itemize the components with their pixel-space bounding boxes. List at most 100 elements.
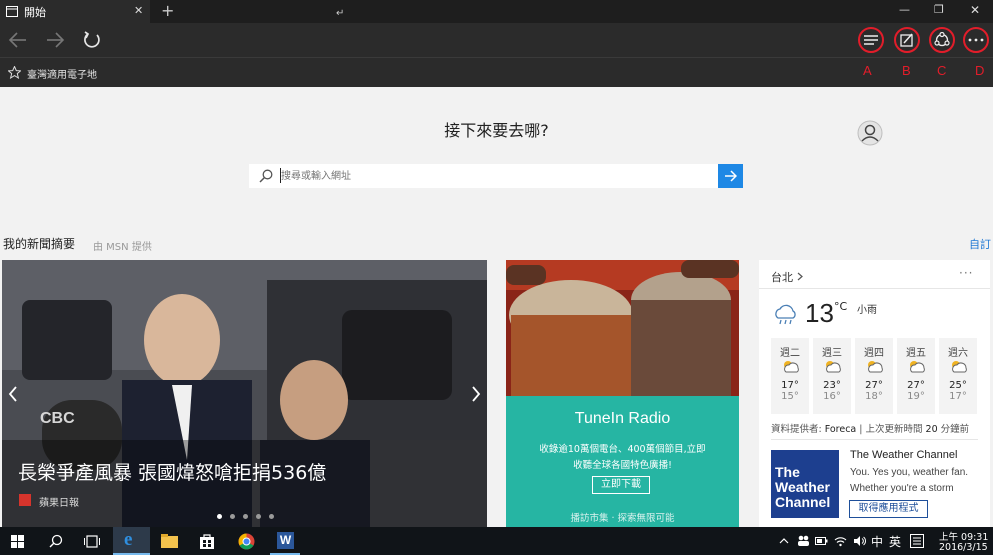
new-tab-page: 接下來要去哪? 我的新聞摘要 由 MSN 提供 自訂 [0,87,993,527]
ime-icon[interactable] [910,534,924,548]
volume-icon[interactable] [853,535,866,547]
search-go-button[interactable] [718,164,743,188]
tab-close-icon[interactable]: ✕ [134,4,143,17]
forward-arrow-icon[interactable] [45,31,65,49]
weather-city[interactable]: 台北 [771,269,793,285]
minimize-button[interactable]: — [899,3,910,16]
annotation-label-b: B [902,63,911,78]
new-tab-button[interactable]: + [161,1,174,20]
news-photo [2,260,487,527]
weather-more-icon[interactable]: ··· [959,266,973,280]
news-source: 蘋果日報 [39,498,79,509]
edge-taskbar-button[interactable]: e [113,527,150,555]
ad-line-1: You. Yes you, weather fan. [850,467,969,478]
window-close-button[interactable]: ✕ [970,3,980,17]
get-app-button[interactable]: 取得應用程式 [849,500,928,518]
maximize-button[interactable]: ❐ [934,3,944,16]
weather-card: 台北 ··· 13 °C 小雨 週二 17° 15° 週三 23° 16° 週四 [759,260,990,527]
carousel-dot-1[interactable] [217,514,222,519]
forecast-day-2: 週三 23° 16° [813,338,851,414]
current-temperature: 13 [805,298,834,328]
ime-mode-chinese[interactable]: 中 [871,533,883,550]
annotation-label-a: A [863,63,872,78]
carousel-dot-2[interactable] [230,514,235,519]
rain-sun-icon [784,361,799,373]
partly-cloudy-icon [826,361,841,373]
news-carousel[interactable]: CBC 長榮爭產風暴 張國煒怒嗆拒捐536億 蘋果日報 [2,260,487,527]
partly-cloudy-icon [868,361,883,373]
title-bar: 開始 ✕ + ↵ — ❐ ✕ [0,0,993,23]
credit-minutes: 20 [925,424,938,435]
annotation-label-d: D [975,63,985,78]
forecast-day-label: 週四 [864,348,884,359]
clock-time[interactable]: 上午 09:31 [939,529,988,543]
forecast-day-label: 週三 [822,348,842,359]
hub-icon[interactable] [863,33,879,47]
forecast-day-label: 週二 [780,348,800,359]
taskbar: e W 中 英 上午 09:31 2016/3/15 [0,527,993,555]
forecast-day-4: 週五 27° 19° [897,338,935,414]
web-note-icon[interactable] [900,33,914,47]
chevron-up-icon[interactable] [779,538,789,544]
share-icon[interactable] [934,32,950,48]
forecast-low: 15° [781,391,799,402]
ad-title[interactable]: The Weather Channel [850,449,957,461]
carousel-dot-5[interactable] [269,514,274,519]
caret-icon: ↵ [336,8,345,19]
credit-prefix: 資料提供者: [771,424,825,435]
forecast-day-1: 週二 17° 15° [771,338,809,414]
promo-title: TuneIn Radio [574,410,671,427]
credit-suffix: | 上次更新時間 [856,424,926,435]
task-view-icon[interactable] [84,535,100,548]
chrome-icon[interactable] [238,533,255,550]
credit-provider[interactable]: Foreca [825,424,857,435]
store-icon[interactable] [199,533,215,549]
carousel-dot-3[interactable] [243,514,248,519]
carousel-next-icon[interactable] [471,386,481,402]
battery-icon[interactable] [815,536,828,546]
rain-sun-icon [952,361,967,373]
word-icon[interactable]: W [277,532,294,549]
people-icon[interactable] [797,535,810,547]
carousel-prev-icon[interactable] [8,386,18,402]
clock-date[interactable]: 2016/3/15 [939,542,988,553]
credit-divider [771,439,978,440]
forecast-day-label: 週六 [948,348,968,359]
more-icon[interactable] [967,38,985,42]
rain-cloud-icon [775,304,796,325]
tab-start[interactable]: 開始 ✕ [0,0,150,23]
carousel-dot-4[interactable] [256,514,261,519]
arrow-right-icon [725,170,737,182]
news-headline[interactable]: 長榮爭產風暴 張國煒怒嗆拒捐536億 [18,458,326,485]
tunein-promo-card[interactable]: TuneIn Radio 收錄逾10萬個電台、400萬個節目,立即 收聽全球各國… [506,260,739,527]
weather-divider [759,288,990,289]
search-icon[interactable] [49,534,63,548]
forecast-low: 16° [823,391,841,402]
favorite-link[interactable]: 臺灣適用電子地 [27,66,97,81]
forecast-day-5: 週六 25° 17° [939,338,977,414]
promo-line-1: 收錄逾10萬個電台、400萬個節目,立即 [539,444,706,455]
weather-channel-logo[interactable]: The Weather Channel [771,450,839,518]
ime-mode-english[interactable]: 英 [889,533,901,550]
weather-credit: 資料提供者: Foreca | 上次更新時間 20 分鐘前 [771,421,969,435]
file-explorer-icon[interactable] [161,534,178,548]
tab-title: 開始 [24,6,46,19]
drums-photo [506,260,739,396]
weather-condition: 小雨 [857,305,877,316]
download-now-button[interactable]: 立即下載 [592,476,650,494]
search-input[interactable] [281,167,701,185]
weather-channel-logo-text: The Weather Channel [775,464,831,510]
search-box[interactable] [249,164,718,188]
wifi-icon[interactable] [834,535,847,547]
promo-line-2: 收聽全球各國特色廣播! [573,460,672,471]
edge-icon: e [124,529,133,550]
refresh-icon[interactable] [82,30,102,50]
back-arrow-icon[interactable] [8,31,28,49]
customize-link[interactable]: 自訂 [969,236,991,252]
credit-end: 分鐘前 [937,424,970,435]
windows-start-icon[interactable] [11,535,24,548]
chevron-right-icon[interactable] [797,272,803,281]
forecast-low: 18° [865,391,883,402]
profile-icon[interactable] [857,120,883,146]
forecast-high: 27° [907,380,925,391]
